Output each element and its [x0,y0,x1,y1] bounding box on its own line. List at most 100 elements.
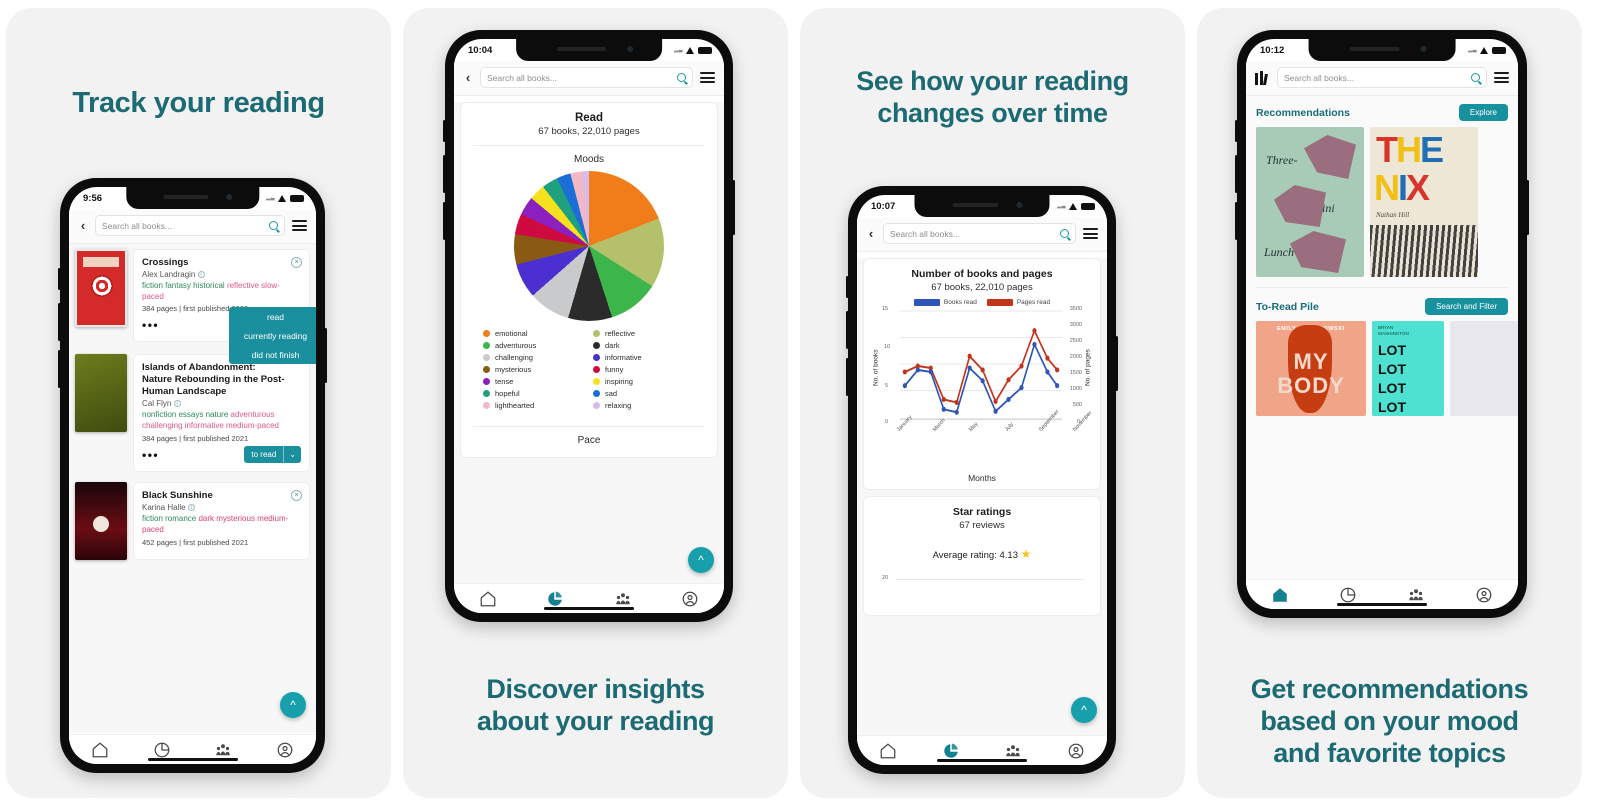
scroll-to-top-button[interactable]: ^ [688,547,714,573]
back-button[interactable]: ‹ [78,218,88,233]
mute-switch[interactable] [1235,120,1238,142]
search-icon[interactable] [1060,229,1069,238]
scroll-to-top-button[interactable]: ^ [1071,697,1097,723]
home-icon[interactable] [479,590,497,608]
dropdown-option-currently-reading[interactable]: currently reading [229,326,316,345]
explore-button[interactable]: Explore [1458,104,1508,121]
y2-tick: 3000 [1069,322,1082,328]
recommendations-shelf[interactable]: Three- Martini Lunch THE [1246,125,1518,285]
close-circle-icon[interactable]: × [291,257,302,268]
app-bar-3: ‹ Search all books... [857,217,1107,252]
volume-down-button[interactable] [1235,202,1238,240]
book-cover-crossings[interactable] [75,249,127,327]
search-and-filter-button[interactable]: Search and Filter [1425,298,1508,315]
volume-down-button[interactable] [846,358,849,396]
books-logo-icon[interactable] [1255,70,1270,85]
account-icon[interactable] [1067,742,1085,760]
cover-line: THE [1376,129,1444,170]
book-cover-the-nix[interactable]: THE NIX Nathan Hill [1370,127,1478,277]
cover-line: Lunch [1264,245,1294,259]
wifi-icon [1069,202,1078,210]
people-icon[interactable] [1407,586,1425,604]
hamburger-menu-icon[interactable] [1083,227,1098,240]
volume-up-button[interactable] [1235,155,1238,193]
mute-switch[interactable] [443,120,446,142]
legend-label: sad [605,389,618,398]
book-list[interactable]: × Crossings Alex Landragin i fiction fan… [69,244,316,733]
legend-label: tense [495,377,514,386]
search-input[interactable]: Search all books... [480,67,693,88]
mute-switch[interactable] [846,276,849,298]
volume-down-button[interactable] [58,350,61,388]
pie-chart-icon[interactable] [1339,586,1357,604]
volume-up-button[interactable] [846,311,849,349]
back-button[interactable]: ‹ [866,226,876,241]
home-icon[interactable] [1271,586,1289,604]
star-ratings-card: Star ratings 67 reviews Average rating: … [863,496,1101,616]
scroll-to-top-button[interactable]: ^ [280,692,306,718]
list-item[interactable]: × Black Sunshine Karina Halle i fiction … [75,482,310,561]
home-icon[interactable] [91,741,109,759]
battery-icon [290,194,304,202]
stats-scroll-area-3[interactable]: Number of books and pages 67 books, 22,0… [857,258,1107,765]
people-icon[interactable] [614,590,632,608]
book-meta: 452 pages | first published 2021 [142,537,249,547]
book-cover-islands-of-abandonment[interactable] [75,354,127,433]
mute-switch[interactable] [58,268,61,290]
pie-chart-icon[interactable] [153,741,171,759]
power-button[interactable] [732,180,735,235]
power-button[interactable] [324,328,327,383]
volume-down-button[interactable] [443,202,446,240]
people-icon[interactable] [214,741,232,759]
divider [1256,287,1508,288]
home-scroll-area[interactable]: Recommendations Explore Three- Martini L… [1246,96,1518,608]
recommendations-section-header: Recommendations Explore [1246,96,1518,125]
hamburger-menu-icon[interactable] [1494,71,1509,84]
account-icon[interactable] [681,590,699,608]
volume-up-button[interactable] [58,303,61,341]
y2-tick: 1500 [1069,370,1082,376]
search-icon[interactable] [269,221,278,230]
power-button[interactable] [1115,336,1118,391]
home-icon[interactable] [879,742,897,760]
search-input[interactable]: Search all books... [1277,67,1487,88]
pie-chart-icon[interactable] [546,590,564,608]
legend-item: reflective [593,329,695,338]
cellular-signal-icon: ▂▃ [266,195,275,201]
book-cover-placeholder[interactable] [1450,321,1518,416]
shelf-dropdown-menu[interactable]: read currently reading did not finish [229,307,316,364]
to-read-pile-shelf[interactable]: EMILY RATAJKOWSKI MY BODY BRYANWASHINGTO… [1246,319,1518,424]
legend-label: reflective [605,329,636,338]
legend-swatch [483,390,490,397]
legend-label: mysterious [495,365,532,374]
book-author: Karina Halle [142,503,186,513]
power-button[interactable] [1526,180,1529,235]
book-cover-black-sunshine[interactable] [75,482,127,561]
dropdown-option-did-not-finish[interactable]: did not finish [229,345,316,364]
account-icon[interactable] [1475,586,1493,604]
book-cover-my-body[interactable]: EMILY RATAJKOWSKI MY BODY [1256,321,1366,416]
account-icon[interactable] [276,741,294,759]
people-icon[interactable] [1004,742,1022,760]
hamburger-menu-icon[interactable] [700,71,715,84]
book-title: Black Sunshine [142,490,213,502]
volume-up-button[interactable] [443,155,446,193]
stats-scroll-area[interactable]: Read 67 books, 22,010 pages Moods emotio… [454,102,724,613]
list-item[interactable]: Islands of Abandonment: Nature Reboundin… [75,354,310,473]
legend-item-pages-read: Pages read [986,299,1050,306]
legend-swatch [593,330,600,337]
legend-label: lighthearted [495,401,535,410]
search-icon[interactable] [677,73,686,82]
back-button[interactable]: ‹ [463,70,473,85]
hamburger-menu-icon[interactable] [292,219,307,232]
pie-chart-icon[interactable] [942,742,960,760]
search-input[interactable]: Search all books... [883,223,1076,244]
verified-icon: i [187,504,195,512]
book-cover-lot[interactable]: BRYAN WASHINGTON LOT LOT LOT LOT [1372,321,1444,416]
shelf-status-button[interactable]: to read ⌄ [244,446,301,464]
legend-item: funny [593,365,695,374]
search-input[interactable]: Search all books... [95,215,285,236]
book-cover-three-martini-lunch[interactable]: Three- Martini Lunch [1256,127,1364,277]
search-icon[interactable] [1471,73,1480,82]
dropdown-option-read[interactable]: read [229,307,316,326]
